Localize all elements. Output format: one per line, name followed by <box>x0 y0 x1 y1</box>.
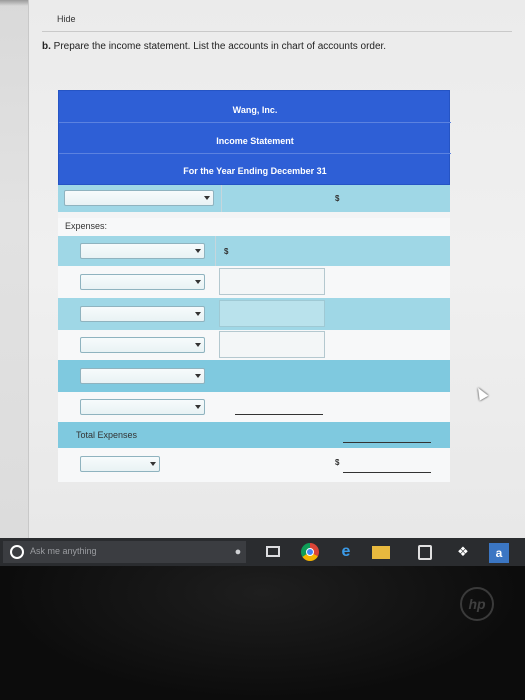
cortana-icon <box>10 545 24 559</box>
expenses-label-row: Expenses: <box>58 218 450 236</box>
expense-amount-input[interactable] <box>219 331 325 358</box>
search-placeholder: Ask me anything <box>30 546 97 556</box>
taskbar: Ask me anything ● e ❖ <box>0 538 525 566</box>
revenue-row: $ <box>58 185 450 212</box>
cell-separator <box>215 236 216 266</box>
amazon-icon[interactable]: a <box>489 543 509 563</box>
instruction: b. Prepare the income statement. List th… <box>42 41 386 52</box>
dollar-sign: $ <box>335 458 340 467</box>
cell-separator <box>221 185 222 212</box>
total-expenses-label: Total Expenses <box>76 430 138 440</box>
divider <box>42 31 512 32</box>
dollar-sign: $ <box>224 247 229 256</box>
file-explorer-icon[interactable] <box>372 546 390 559</box>
expense-account-select[interactable] <box>80 243 205 259</box>
dollar-sign: $ <box>335 194 340 203</box>
net-income-row: $ <box>58 448 450 482</box>
statement-title: Income Statement <box>216 136 294 146</box>
subtotal-underline <box>235 414 323 415</box>
hide-link[interactable]: Hide <box>57 14 76 24</box>
expenses-label: Expenses: <box>65 221 108 231</box>
expense-row <box>58 360 450 392</box>
chrome-browser-icon[interactable] <box>301 543 319 561</box>
expense-amount-input[interactable] <box>219 268 325 295</box>
chevron-down-icon <box>204 196 210 200</box>
expense-amount-input[interactable] <box>219 300 325 327</box>
expense-account-select[interactable] <box>80 368 205 384</box>
cortana-search-box[interactable]: Ask me anything <box>3 541 246 563</box>
total-expenses-row: Total Expenses <box>58 422 450 448</box>
company-name: Wang, Inc. <box>232 105 278 115</box>
hp-logo: hp <box>460 587 494 621</box>
expense-row <box>58 266 450 298</box>
chevron-down-icon <box>150 462 156 466</box>
total-underline <box>343 442 431 443</box>
expense-row <box>58 298 450 330</box>
statement-header: Wang, Inc. Income Statement For the Year… <box>58 90 451 185</box>
dropbox-icon[interactable]: ❖ <box>455 544 471 560</box>
expense-row: $ <box>58 236 450 266</box>
chevron-down-icon <box>195 312 201 316</box>
income-statement-form: Wang, Inc. Income Statement For the Year… <box>58 90 451 482</box>
chevron-down-icon <box>195 343 201 347</box>
instruction-text: Prepare the income statement. List the a… <box>53 41 387 52</box>
statement-period: For the Year Ending December 31 <box>183 166 327 176</box>
header-divider <box>59 122 451 123</box>
chevron-down-icon <box>195 280 201 284</box>
chevron-down-icon <box>195 405 201 409</box>
net-income-underline <box>343 472 431 473</box>
chevron-down-icon <box>195 249 201 253</box>
browser-page: Hide b. Prepare the income statement. Li… <box>0 0 525 538</box>
expense-row <box>58 392 450 422</box>
instruction-part-label: b. <box>42 41 51 52</box>
expense-account-select[interactable] <box>80 306 205 322</box>
expense-row <box>58 330 450 360</box>
expense-account-select[interactable] <box>80 274 205 290</box>
task-view-icon[interactable] <box>265 544 281 560</box>
store-icon[interactable] <box>418 545 432 560</box>
expense-account-select[interactable] <box>80 399 205 415</box>
chevron-down-icon <box>195 374 201 378</box>
laptop-bezel <box>0 566 525 700</box>
net-income-label-select[interactable] <box>80 456 160 472</box>
edge-browser-icon[interactable]: e <box>337 544 355 560</box>
header-divider <box>59 153 451 154</box>
expense-account-select[interactable] <box>80 337 205 353</box>
microphone-icon[interactable]: ● <box>233 544 243 560</box>
revenue-account-select[interactable] <box>64 190 214 206</box>
